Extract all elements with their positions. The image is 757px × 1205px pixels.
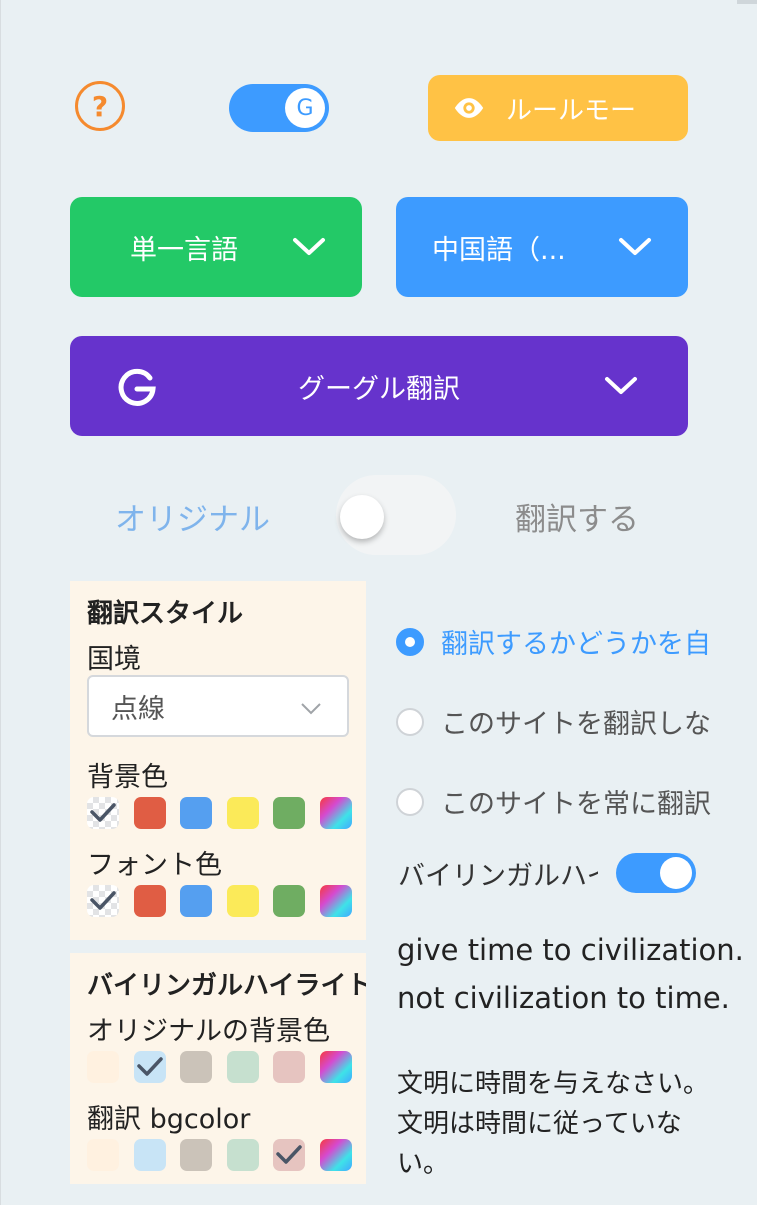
preview-translation-line: 文明に時間を与えなさい。 <box>397 1069 710 1099</box>
original-bg-color-label: オリジナルの背景色 <box>87 1016 330 1047</box>
translation-style-panel: 翻訳スタイル 国境 点線 背景色 フォント色 <box>70 581 366 940</box>
color-swatch[interactable] <box>273 1051 305 1083</box>
target-language-dropdown[interactable]: 中国語（... <box>396 197 688 297</box>
bilingual-highlight-panel: バイリンガルハイライト オリジナルの背景色 翻訳 bgcolor <box>70 953 366 1184</box>
translation-engine-dropdown[interactable]: グーグル翻訳 <box>70 336 688 436</box>
mode-dropdown-label: 単一言語 <box>130 234 238 266</box>
font-color-swatches <box>87 881 366 931</box>
chevron-down-icon <box>301 703 321 715</box>
color-swatch[interactable] <box>319 797 352 829</box>
preview-original: give time to civilization. not civilizat… <box>397 926 757 1022</box>
preview-original-line: give time to civilization. <box>397 933 744 967</box>
color-swatch[interactable] <box>87 797 119 829</box>
bilingual-highlight-title: バイリンガルハイライト <box>87 971 366 1001</box>
color-swatch[interactable] <box>273 885 305 917</box>
color-swatch[interactable] <box>133 885 166 917</box>
color-swatch[interactable] <box>319 885 352 917</box>
option-label: このサイトを常に翻訳する <box>441 789 711 820</box>
rule-mode-button[interactable]: ルールモー <box>428 75 688 141</box>
chevron-down-icon <box>293 238 325 255</box>
color-swatch[interactable] <box>180 885 212 917</box>
translation-bg-color-label: 翻訳 bgcolor <box>87 1104 251 1135</box>
check-icon <box>136 1057 163 1076</box>
border-label: 国境 <box>87 644 141 675</box>
radio-button[interactable] <box>396 707 424 736</box>
color-swatch[interactable] <box>226 1051 259 1083</box>
help-icon[interactable]: ? <box>75 81 125 131</box>
original-translate-switch[interactable] <box>336 475 456 555</box>
check-icon <box>90 803 116 822</box>
color-swatch[interactable] <box>226 797 259 829</box>
color-swatch[interactable] <box>87 1139 119 1171</box>
option-always-translate[interactable]: このサイトを常に翻訳する <box>396 782 711 821</box>
preview-translation: 文明に時間を与えなさい。 文明は時間に従っていない。 <box>397 1064 727 1184</box>
translate-mode-label[interactable]: 翻訳する <box>515 494 639 539</box>
radio-button[interactable] <box>396 627 424 656</box>
color-swatch[interactable] <box>226 885 259 917</box>
color-swatch[interactable] <box>87 1051 119 1083</box>
radio-button[interactable] <box>396 787 424 816</box>
border-style-select[interactable]: 点線 <box>87 675 349 737</box>
bilingual-highlight-row: バイリンガルハイライト <box>398 853 696 893</box>
toggle-knob <box>660 857 692 889</box>
color-swatch[interactable] <box>180 1139 212 1171</box>
border-style-value: 点線 <box>111 693 165 725</box>
translator-popup: ? G ルールモー 単一言語 中国語（... グーグル翻訳 オリジナル 翻訳する… <box>0 0 757 1205</box>
translation-style-title: 翻訳スタイル <box>87 599 244 629</box>
option-label: このサイトを翻訳しない <box>441 709 711 740</box>
translate-enable-toggle[interactable]: G <box>229 84 329 132</box>
bilingual-highlight-toggle[interactable] <box>616 853 696 893</box>
original-bg-swatches <box>87 1047 366 1097</box>
preview-translation-line: 文明は時間に従っていない。 <box>397 1109 682 1179</box>
color-swatch[interactable] <box>273 797 305 829</box>
engine-label: グーグル翻訳 <box>298 373 460 405</box>
color-swatch[interactable] <box>319 1139 352 1171</box>
color-swatch[interactable] <box>273 1139 305 1171</box>
color-swatch[interactable] <box>87 885 119 917</box>
mode-dropdown[interactable]: 単一言語 <box>70 197 362 297</box>
eye-icon <box>454 98 484 118</box>
color-swatch[interactable] <box>180 797 212 829</box>
color-swatch[interactable] <box>226 1139 259 1171</box>
background-color-swatches <box>87 793 366 843</box>
color-swatch[interactable] <box>319 1051 352 1083</box>
chevron-down-icon <box>605 377 637 394</box>
option-auto-detect[interactable]: 翻訳するかどうかを自動で判断する <box>396 622 711 661</box>
original-mode-label[interactable]: オリジナル <box>115 494 270 539</box>
check-icon <box>90 891 116 910</box>
check-icon <box>276 1145 302 1164</box>
font-color-label: フォント色 <box>87 850 222 881</box>
preview-original-line: not civilization to time. <box>397 981 730 1015</box>
google-toggle-knob-icon: G <box>285 88 325 128</box>
color-swatch[interactable] <box>180 1051 212 1083</box>
translation-bg-swatches <box>87 1135 366 1184</box>
chevron-down-icon <box>619 238 651 255</box>
color-swatch[interactable] <box>133 797 166 829</box>
color-swatch[interactable] <box>133 1051 166 1083</box>
target-language-label: 中国語（... <box>432 234 566 266</box>
corner-shade <box>737 0 757 4</box>
google-g-icon <box>118 368 156 406</box>
option-label: 翻訳するかどうかを自動で判断する <box>441 629 711 660</box>
option-never-translate[interactable]: このサイトを翻訳しない <box>396 702 711 741</box>
rule-mode-label: ルールモー <box>506 95 637 126</box>
color-swatch[interactable] <box>133 1139 166 1171</box>
background-color-label: 背景色 <box>87 762 168 793</box>
switch-knob <box>340 495 384 539</box>
bilingual-highlight-label: バイリンガルハイライト <box>398 860 598 892</box>
